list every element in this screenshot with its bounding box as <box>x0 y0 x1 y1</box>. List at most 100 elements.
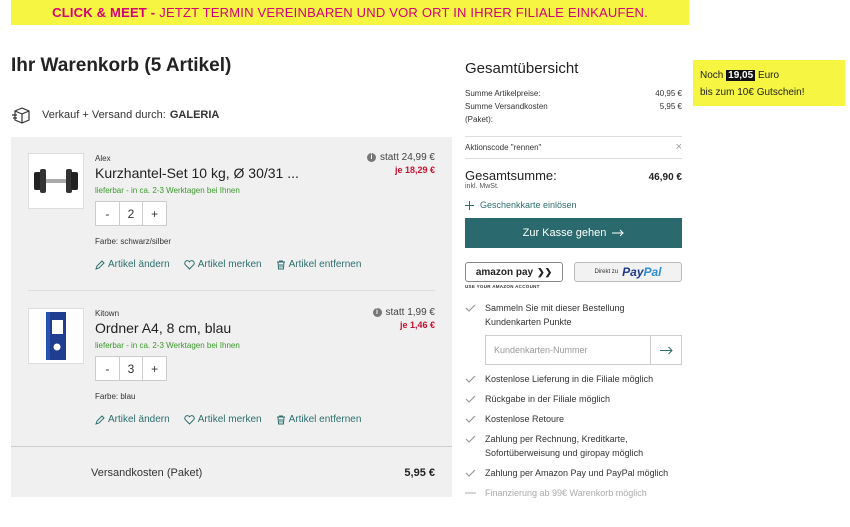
product-image-binder[interactable] <box>28 308 84 364</box>
arrow-right-icon <box>659 346 673 354</box>
qty-plus-button[interactable]: + <box>143 202 166 225</box>
item-divider <box>28 290 435 291</box>
items-total-row: Summe Artikelpreise: 40,95 € <box>465 87 682 100</box>
old-price-text: statt 1,99 € <box>385 307 435 318</box>
wishlist-label: Artikel merken <box>197 414 262 425</box>
benefit-text: Kostenlose Lieferung in die Filiale mögl… <box>485 374 654 384</box>
edit-item-link[interactable]: Artikel ändern <box>95 414 170 425</box>
express-payments: amazon pay ❯❯ USE YOUR AMAZON ACCOUNT Di… <box>465 262 682 289</box>
shipping-row: Versandkosten (Paket) 5,95 € <box>11 446 452 497</box>
product-brand: Alex <box>95 154 111 163</box>
price-box: i statt 1,99 € je 1,46 € <box>372 307 435 330</box>
qty-minus-button[interactable]: - <box>96 357 120 380</box>
item-actions: Artikel ändern Artikel merken Artikel en… <box>95 259 361 270</box>
benefit-text: Rückgabe in der Filiale möglich <box>485 394 611 404</box>
shipping-total-label-2: (Paket): <box>465 115 494 124</box>
product-image-dumbbells[interactable] <box>28 153 84 209</box>
old-price-text: statt 24,99 € <box>379 152 435 163</box>
pencil-icon <box>95 414 105 425</box>
voucher-line-2: bis zum 10€ Gutschein! <box>700 87 805 98</box>
check-icon <box>465 304 476 312</box>
promo-remove-icon[interactable]: × <box>676 142 682 153</box>
benefit-text: Zahlung per Amazon Pay und PayPal möglic… <box>485 468 669 478</box>
financing-note: Finanzierung ab 99€ Warenkorb möglich <box>465 486 682 500</box>
arrow-right-icon <box>612 229 625 237</box>
qty-minus-button[interactable]: - <box>96 202 120 225</box>
voucher-progress-box: Noch 19,05 Euro bis zum 10€ Gutschein! <box>693 60 845 106</box>
new-price: je 18,29 € <box>394 165 435 175</box>
cart-list: Alex Kurzhantel-Set 10 kg, Ø 30/31 ... l… <box>11 137 452 497</box>
financing-text: Finanzierung ab 99€ Warenkorb möglich <box>485 488 647 498</box>
paypal-pay: Pay <box>622 265 644 279</box>
remove-item-label: Artikel entfernen <box>288 259 362 270</box>
dumbbell-icon <box>34 169 78 193</box>
check-icon <box>465 415 476 423</box>
chevrons-icon: ❯❯ <box>537 266 553 277</box>
info-icon[interactable]: i <box>366 153 376 162</box>
plus-icon <box>465 200 474 210</box>
benefit-item: Kostenlose Lieferung in die Filiale mögl… <box>465 372 682 386</box>
shipping-label: Versandkosten (Paket) <box>91 467 203 479</box>
product-name[interactable]: Ordner A4, 8 cm, blau <box>95 320 231 336</box>
qty-plus-button[interactable]: + <box>143 357 166 380</box>
amazon-pay-subtitle: USE YOUR AMAZON ACCOUNT <box>465 284 540 289</box>
benefit-text: Kostenlose Retoure <box>485 414 565 424</box>
promo-code-row: Aktionscode "rennen" × <box>465 142 682 153</box>
trash-icon <box>276 415 285 424</box>
wishlist-link[interactable]: Artikel merken <box>184 414 262 425</box>
amazon-pay-wrapper: amazon pay ❯❯ USE YOUR AMAZON ACCOUNT <box>465 262 563 289</box>
customer-card-form: Kundenkarten-Nummer <box>485 335 682 365</box>
quantity-stepper[interactable]: - 3 + <box>95 356 167 381</box>
shipping-total-value: 5,95 € <box>659 102 682 111</box>
quantity-stepper[interactable]: - 2 + <box>95 201 167 226</box>
old-price: i statt 24,99 € <box>366 152 435 163</box>
banner-text: Jetzt Termin vereinbaren und vor Ort in … <box>159 5 648 20</box>
grand-total-row: Gesamtsumme: 46,90 € <box>465 168 682 183</box>
paypal-button[interactable]: Direkt zu PayPal <box>574 262 682 282</box>
heart-icon <box>184 414 195 425</box>
voucher-prefix: Noch <box>700 70 724 81</box>
amazon-pay-label: amazon pay <box>475 266 534 278</box>
customer-card-submit[interactable] <box>651 335 682 365</box>
qty-value[interactable]: 3 <box>120 357 144 380</box>
old-price: i statt 1,99 € <box>372 307 435 318</box>
benefit-item: Rückgabe in der Filiale möglich <box>465 392 682 406</box>
cart-item: Kitown Ordner A4, 8 cm, blau lieferbar -… <box>11 292 452 442</box>
customer-card-input[interactable]: Kundenkarten-Nummer <box>485 335 651 365</box>
gift-card-link[interactable]: Geschenkkarte einlösen <box>465 200 682 210</box>
edit-item-link[interactable]: Artikel ändern <box>95 259 170 270</box>
seller-name: GALERIA <box>169 109 220 121</box>
items-total-label: Summe Artikelpreise: <box>465 89 541 98</box>
voucher-line-1: Noch 19,05 Euro <box>700 67 845 84</box>
remove-item-link[interactable]: Artikel entfernen <box>276 414 361 425</box>
amazon-pay-button[interactable]: amazon pay ❯❯ <box>465 262 563 282</box>
availability-text: lieferbar - in ca. 2-3 Werktagen bei Ihn… <box>95 186 240 195</box>
click-meet-banner[interactable]: Click & Meet - Jetzt Termin vereinbaren … <box>11 0 689 25</box>
grand-total-value: 46,90 € <box>648 172 682 183</box>
benefit-item: Zahlung per Amazon Pay und PayPal möglic… <box>465 466 682 480</box>
wishlist-label: Artikel merken <box>197 259 262 270</box>
loyalty-note: Sammeln Sie mit dieser Bestellung Kunden… <box>465 301 682 329</box>
grand-total-label: Gesamtsumme: <box>465 168 557 183</box>
heart-icon <box>184 259 195 270</box>
shipping-total-row: Summe Versandkosten 5,95 € <box>465 100 682 113</box>
availability-text: lieferbar - in ca. 2-3 Werktagen bei Ihn… <box>95 341 240 350</box>
product-brand: Kitown <box>95 309 120 318</box>
binder-icon <box>46 312 66 360</box>
paypal-logo: PayPal <box>622 265 661 279</box>
order-summary: Gesamtübersicht Summe Artikelpreise: 40,… <box>465 60 682 500</box>
qty-value[interactable]: 2 <box>120 202 144 225</box>
trash-icon <box>276 260 285 269</box>
items-total-value: 40,95 € <box>655 89 682 98</box>
info-icon[interactable]: i <box>372 308 382 317</box>
checkout-button[interactable]: Zur Kasse gehen <box>465 218 682 248</box>
price-box: i statt 24,99 € je 18,29 € <box>366 152 435 175</box>
check-icon <box>465 469 476 477</box>
product-name[interactable]: Kurzhantel-Set 10 kg, Ø 30/31 ... <box>95 165 299 181</box>
wishlist-link[interactable]: Artikel merken <box>184 259 262 270</box>
loyalty-text: Sammeln Sie mit dieser Bestellung Kunden… <box>485 303 625 327</box>
shipping-total-label: Summe Versandkosten <box>465 102 548 111</box>
summary-title: Gesamtübersicht <box>465 60 579 77</box>
remove-item-link[interactable]: Artikel entfernen <box>276 259 362 270</box>
dash-icon <box>465 492 476 494</box>
